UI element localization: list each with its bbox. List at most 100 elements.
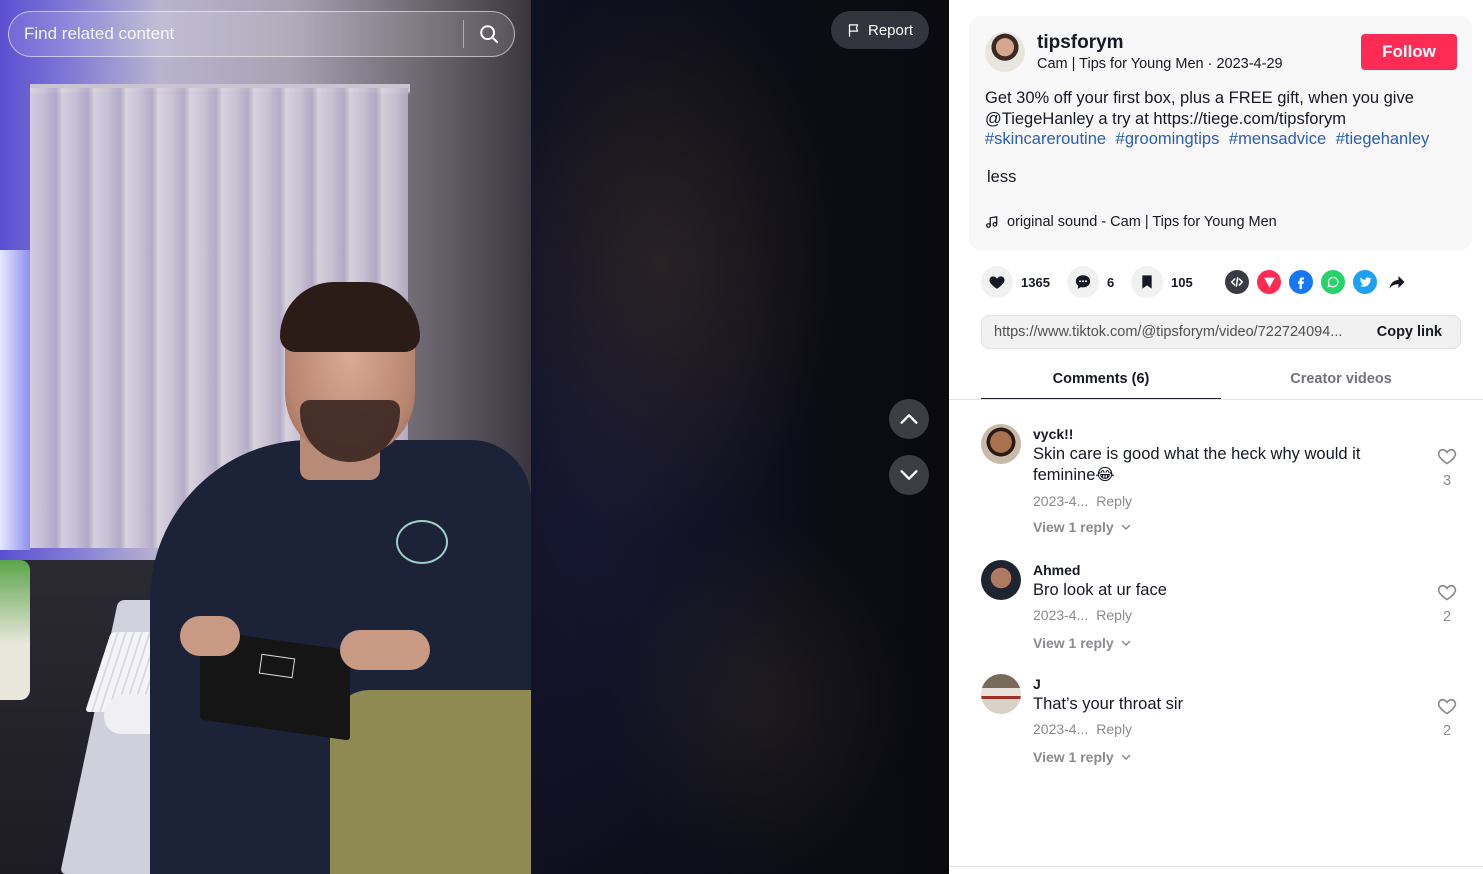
action-bar: 1365 6 105 — [981, 266, 1461, 300]
search-icon — [480, 25, 499, 44]
search-input[interactable] — [9, 24, 463, 44]
comment-like-button[interactable]: 2 — [1437, 582, 1457, 625]
tab-comments[interactable]: Comments (6) — [981, 362, 1221, 400]
heart-outline-icon — [1437, 448, 1457, 465]
heart-icon — [989, 276, 1005, 289]
video-url[interactable]: https://www.tiktok.com/@tipsforym/video/… — [982, 324, 1359, 340]
more-share-button[interactable] — [1385, 270, 1409, 294]
chevron-down-icon — [1121, 754, 1130, 761]
copy-link-field[interactable]: https://www.tiktok.com/@tipsforym/video/… — [981, 315, 1461, 349]
comment-text: That’s your throat sir — [1033, 695, 1184, 713]
twitter-share-button[interactable] — [1353, 270, 1377, 294]
embed-button[interactable] — [1225, 270, 1249, 294]
tabs-divider — [949, 399, 1483, 400]
hashtag-link[interactable]: #groomingtips — [1116, 130, 1220, 148]
hashtag-list: #skincareroutine #groomingtips #mensadvi… — [985, 130, 1434, 149]
video-frame[interactable] — [0, 0, 531, 874]
comment-count: 6 — [1107, 274, 1115, 290]
search-bar[interactable] — [8, 11, 515, 57]
view-replies-button[interactable]: View 1 reply — [1033, 519, 1132, 535]
like-button[interactable]: 1365 — [981, 266, 1050, 298]
reply-button[interactable]: Reply — [1096, 493, 1132, 509]
reply-button[interactable]: Reply — [1096, 721, 1132, 737]
music-link[interactable]: original sound - Cam | Tips for Young Me… — [985, 214, 1277, 230]
share-arrow-icon — [1389, 276, 1405, 289]
comment-date: 2023-4... — [1033, 607, 1089, 623]
copy-link-button[interactable]: Copy link — [1359, 324, 1460, 340]
search-button[interactable] — [464, 11, 514, 57]
comment-date: 2023-4... — [1033, 721, 1089, 737]
comment-item: vyck!! Skin care is good what the heck w… — [981, 424, 1471, 560]
avatar[interactable] — [981, 424, 1021, 464]
music-label: original sound - Cam | Tips for Young Me… — [1007, 214, 1277, 230]
heart-outline-icon — [1437, 698, 1457, 715]
comment-list: vyck!! Skin care is good what the heck w… — [981, 424, 1471, 788]
comment-text: Skin care is good what the heck why woul… — [1033, 445, 1361, 484]
comment-meta: 2023-4... Reply — [1033, 493, 1132, 509]
details-panel: tipsforym Cam | Tips for Young Men · 202… — [949, 0, 1483, 874]
avatar[interactable] — [981, 560, 1021, 600]
comment-button[interactable]: 6 — [1067, 266, 1114, 298]
whatsapp-icon — [1327, 276, 1339, 288]
save-button[interactable]: 105 — [1131, 266, 1193, 298]
whatsapp-share-button[interactable] — [1321, 270, 1345, 294]
avatar[interactable] — [981, 674, 1021, 714]
heart-outline-icon — [1437, 584, 1457, 601]
view-replies-label: View 1 reply — [1033, 519, 1114, 535]
comment-meta: 2023-4... Reply — [1033, 607, 1132, 623]
monitor — [0, 250, 30, 550]
bottom-divider — [949, 866, 1483, 867]
bookmark-icon — [1142, 275, 1152, 289]
follow-button[interactable]: Follow — [1361, 34, 1457, 70]
reply-button[interactable]: Reply — [1096, 607, 1132, 623]
view-replies-button[interactable]: View 1 reply — [1033, 635, 1132, 651]
previous-video-button[interactable] — [889, 399, 929, 439]
comment-username[interactable]: Ahmed — [1033, 562, 1080, 578]
comment-like-button[interactable]: 2 — [1437, 696, 1457, 739]
comment-meta: 2023-4... Reply — [1033, 721, 1132, 737]
less-button[interactable]: less — [987, 168, 1016, 187]
comment-like-count: 2 — [1442, 723, 1452, 739]
facebook-share-button[interactable] — [1289, 270, 1313, 294]
hashtag-link[interactable]: #skincareroutine — [985, 130, 1106, 148]
hashtag-link[interactable]: #mensadvice — [1229, 130, 1326, 148]
like-icon-wrap — [981, 266, 1013, 298]
send-icon — [1263, 277, 1275, 287]
like-count: 1365 — [1021, 274, 1050, 290]
comment-icon-wrap — [1067, 266, 1099, 298]
save-icon-wrap — [1131, 266, 1163, 298]
comment-date: 2023-4... — [1033, 493, 1089, 509]
hashtag-link[interactable]: #tiegehanley — [1336, 130, 1430, 148]
author-avatar[interactable] — [985, 32, 1025, 72]
chevron-down-icon — [1121, 640, 1130, 647]
left-hand — [180, 616, 240, 656]
comment-username[interactable]: J — [1033, 676, 1041, 692]
facebook-icon — [1298, 277, 1304, 289]
view-replies-label: View 1 reply — [1033, 749, 1114, 765]
comment-like-button[interactable]: 3 — [1437, 446, 1457, 489]
person-hair — [280, 282, 420, 352]
author-username[interactable]: tipsforym — [1037, 32, 1124, 54]
panel-tabs: Comments (6) Creator videos — [981, 362, 1461, 400]
shirt-logo — [396, 520, 448, 564]
flag-icon — [848, 23, 859, 37]
comment-item: Ahmed Bro look at ur face 2023-4... Reply… — [981, 560, 1471, 674]
comment-username[interactable]: vyck!! — [1033, 426, 1073, 442]
shorts — [330, 690, 531, 874]
music-note-icon — [986, 215, 998, 228]
comment-like-count: 3 — [1442, 473, 1452, 489]
tab-creator-videos[interactable]: Creator videos — [1221, 362, 1461, 400]
view-replies-label: View 1 reply — [1033, 635, 1114, 651]
description-card: tipsforym Cam | Tips for Young Men · 202… — [969, 16, 1472, 250]
right-hand — [340, 630, 430, 670]
author-subtitle: Cam | Tips for Young Men · 2023-4-29 — [1037, 56, 1283, 72]
comment-text: Bro look at ur face — [1033, 581, 1167, 599]
send-to-friends-button[interactable] — [1257, 270, 1281, 294]
comment-item: J That’s your throat sir 2023-4... Reply … — [981, 674, 1471, 788]
next-video-button[interactable] — [889, 455, 929, 495]
comment-icon — [1075, 275, 1091, 289]
video-player[interactable]: Report — [0, 0, 949, 874]
report-button[interactable]: Report — [831, 11, 929, 49]
plant — [0, 560, 30, 700]
view-replies-button[interactable]: View 1 reply — [1033, 749, 1132, 765]
